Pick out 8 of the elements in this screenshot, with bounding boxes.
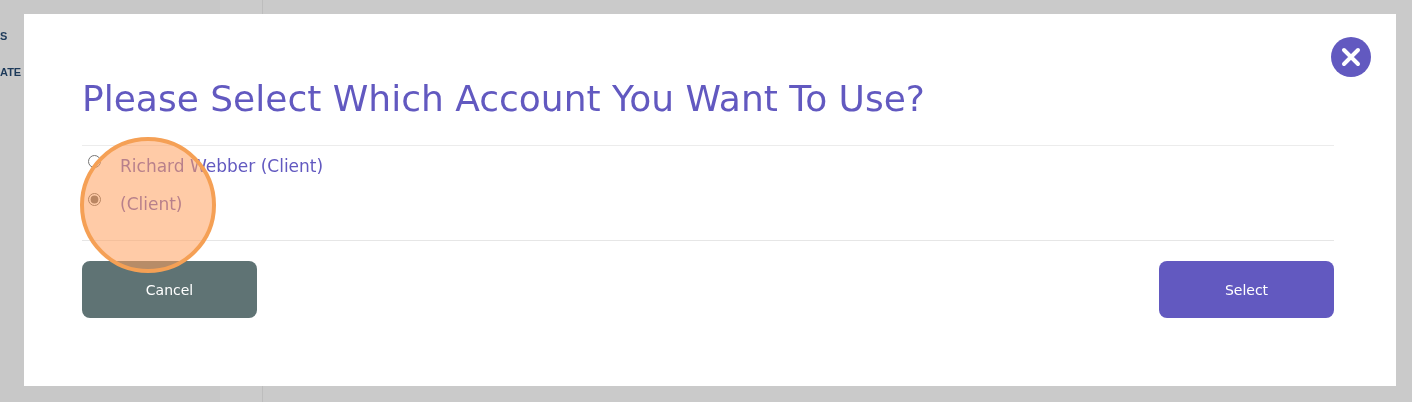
radio-button[interactable] (88, 154, 101, 168)
close-icon[interactable] (1331, 37, 1371, 77)
sidebar-item[interactable]: S (0, 26, 8, 46)
cancel-button[interactable]: Cancel (82, 261, 257, 318)
select-button[interactable]: Select (1159, 261, 1334, 318)
radio-button[interactable] (88, 192, 101, 206)
sidebar-item[interactable]: ATE (0, 62, 22, 82)
dialog-title: Please Select Which Account You Want To Use? (82, 76, 1334, 146)
